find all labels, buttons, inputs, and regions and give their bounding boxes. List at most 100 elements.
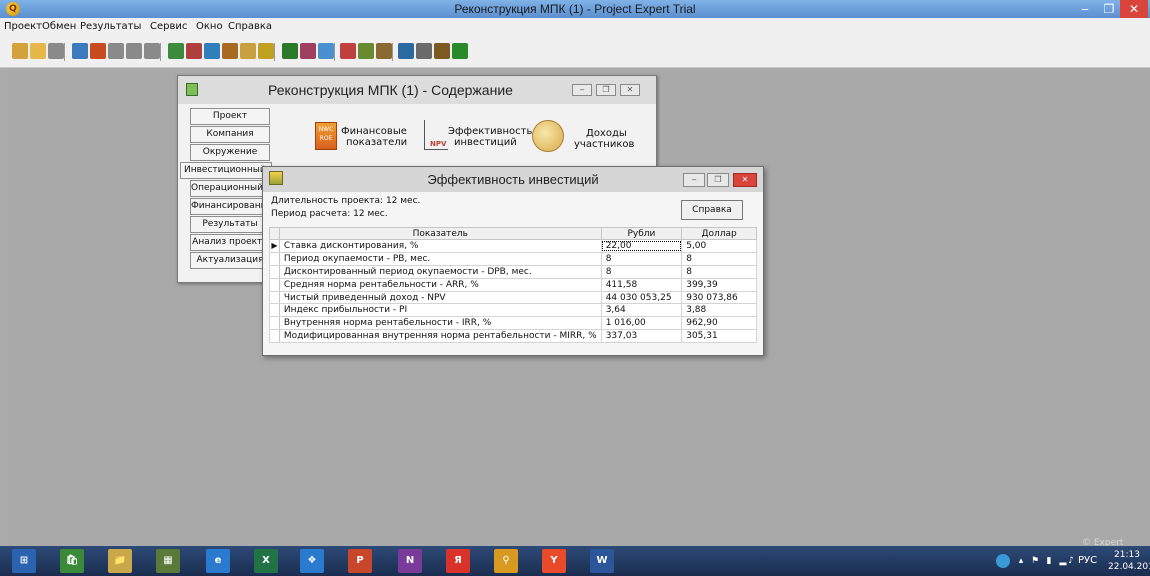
table-row[interactable]: Дисконтированный период окупаемости - DP…: [269, 264, 757, 279]
toolbar-button[interactable]: [30, 43, 46, 59]
column-header-rub[interactable]: Рубли: [600, 227, 683, 240]
maximize-button[interactable]: ❐: [1098, 0, 1120, 18]
table-row[interactable]: Внутренняя норма рентабельности - IRR, %…: [269, 316, 757, 331]
current-row-marker[interactable]: ▶: [269, 239, 280, 253]
row-header[interactable]: [269, 264, 280, 279]
investment-efficiency-item[interactable]: NPV Эффективность инвестиций: [424, 118, 532, 158]
usd-value-cell[interactable]: 5,00: [681, 239, 757, 253]
rub-value-cell[interactable]: 44 030 053,25: [600, 290, 683, 305]
participants-income-item[interactable]: Доходы участников: [530, 118, 640, 158]
row-header[interactable]: [269, 329, 280, 344]
file-explorer-icon[interactable]: 📁: [108, 549, 132, 573]
nav-environment[interactable]: Окружение: [190, 144, 270, 161]
financial-indicators-item[interactable]: NWC ROE Финансовые показатели: [313, 118, 423, 158]
indicator-cell[interactable]: Чистый приведенный доход - NPV: [278, 290, 602, 305]
store-icon[interactable]: 🛍: [60, 549, 84, 573]
indicator-cell[interactable]: Период окупаемости - PB, мес.: [278, 251, 602, 266]
row-header[interactable]: [269, 303, 280, 318]
flag-icon[interactable]: ⚑: [1030, 556, 1040, 566]
table-row[interactable]: Модифицированная внутренняя норма рентаб…: [269, 329, 757, 344]
onenote-icon[interactable]: N: [398, 549, 422, 573]
menu-project[interactable]: Проект: [4, 21, 42, 32]
rub-value-cell[interactable]: 8: [600, 264, 683, 279]
rub-value-cell[interactable]: 22,00: [600, 239, 683, 253]
toolbar-button[interactable]: [12, 43, 28, 59]
table-row[interactable]: Средняя норма рентабельности - ARR, % 411…: [269, 277, 757, 292]
toolbar-button[interactable]: [358, 43, 374, 59]
nav-results[interactable]: Результаты: [190, 216, 270, 233]
dialog-maximize-button[interactable]: ❐: [707, 173, 729, 187]
indicator-cell[interactable]: Индекс прибыльности - PI: [278, 303, 602, 318]
network-icon[interactable]: ▮: [1044, 556, 1054, 566]
nav-project[interactable]: Проект: [190, 108, 270, 125]
nav-operating-plan[interactable]: Операционный план: [190, 180, 270, 197]
nav-project-analysis[interactable]: Анализ проекта: [190, 234, 270, 251]
menu-window[interactable]: Окно: [196, 21, 223, 32]
dropbox-icon[interactable]: ❖: [300, 549, 324, 573]
help-button[interactable]: Справка: [681, 200, 743, 220]
toolbar-button[interactable]: [72, 43, 88, 59]
toolbar-button[interactable]: [240, 43, 256, 59]
rub-value-cell[interactable]: 337,03: [600, 329, 683, 344]
toolbar-button[interactable]: [376, 43, 392, 59]
volume-icon[interactable]: ♪: [1066, 556, 1076, 566]
toolbar-button[interactable]: [258, 43, 274, 59]
toolbar-button[interactable]: [282, 43, 298, 59]
usd-value-cell[interactable]: 399,39: [681, 277, 757, 292]
yandex-icon[interactable]: Я: [446, 549, 470, 573]
language-indicator[interactable]: РУС: [1078, 555, 1097, 566]
indicator-cell[interactable]: Модифицированная внутренняя норма рентаб…: [278, 329, 602, 344]
indicator-cell[interactable]: Дисконтированный период окупаемости - DP…: [278, 264, 602, 279]
row-header[interactable]: [269, 316, 280, 331]
content-maximize-button[interactable]: ❐: [596, 84, 616, 96]
nav-financing[interactable]: Финансирование: [190, 198, 270, 215]
menu-help[interactable]: Справка: [228, 21, 272, 32]
chevron-up-icon[interactable]: ▴: [1016, 556, 1026, 566]
minimize-button[interactable]: ‒: [1074, 0, 1096, 18]
toolbar-button[interactable]: [204, 43, 220, 59]
dialog-titlebar[interactable]: Эффективность инвестиций ‒ ❐ ✕: [263, 167, 763, 192]
content-close-button[interactable]: ✕: [620, 84, 640, 96]
usd-value-cell[interactable]: 8: [681, 264, 757, 279]
usd-value-cell[interactable]: 8: [681, 251, 757, 266]
content-minimize-button[interactable]: ‒: [572, 84, 592, 96]
row-header[interactable]: [269, 277, 280, 292]
yandex-browser-icon[interactable]: Y: [542, 549, 566, 573]
help-tray-icon[interactable]: [996, 554, 1010, 568]
usd-value-cell[interactable]: 3,88: [681, 303, 757, 318]
menu-service[interactable]: Сервис: [150, 21, 187, 32]
column-header-usd[interactable]: Доллар: [681, 227, 757, 240]
toolbar-button[interactable]: [340, 43, 356, 59]
table-row[interactable]: Период окупаемости - PB, мес. 8 8: [269, 251, 757, 266]
table-row[interactable]: ▶ Ставка дисконтирования, % 22,00 5,00: [269, 239, 757, 253]
project-expert-icon[interactable]: ⚲: [494, 549, 518, 573]
toolbar-button[interactable]: [434, 43, 450, 59]
menu-results[interactable]: Результаты: [80, 21, 141, 32]
nav-actualization[interactable]: Актуализация: [190, 252, 270, 269]
toolbar-button[interactable]: [168, 43, 184, 59]
toolbar-button[interactable]: [48, 43, 64, 59]
table-row[interactable]: Индекс прибыльности - PI 3,64 3,88: [269, 303, 757, 318]
toolbar-button[interactable]: [416, 43, 432, 59]
toolbar-button[interactable]: [222, 43, 238, 59]
indicator-cell[interactable]: Ставка дисконтирования, %: [278, 239, 602, 253]
nav-company[interactable]: Компания: [190, 126, 270, 143]
menu-exchange[interactable]: Обмен: [42, 21, 76, 32]
rub-value-cell[interactable]: 3,64: [600, 303, 683, 318]
toolbar-button[interactable]: [144, 43, 160, 59]
excel-icon[interactable]: X: [254, 549, 278, 573]
toolbar-button[interactable]: [90, 43, 106, 59]
dialog-minimize-button[interactable]: ‒: [683, 173, 705, 187]
usd-value-cell[interactable]: 930 073,86: [681, 290, 757, 305]
usd-value-cell[interactable]: 962,90: [681, 316, 757, 331]
indicator-cell[interactable]: Внутренняя норма рентабельности - IRR, %: [278, 316, 602, 331]
rub-value-cell[interactable]: 8: [600, 251, 683, 266]
row-header[interactable]: [269, 251, 280, 266]
content-window-titlebar[interactable]: Реконструкция МПК (1) - Содержание ‒ ❐ ✕: [178, 76, 656, 104]
rub-value-cell[interactable]: 1 016,00: [600, 316, 683, 331]
powerpoint-icon[interactable]: P: [348, 549, 372, 573]
column-header-indicator[interactable]: Показатель: [278, 227, 602, 240]
internet-explorer-icon[interactable]: e: [206, 549, 230, 573]
toolbar-button[interactable]: [126, 43, 142, 59]
rub-value-cell[interactable]: 411,58: [600, 277, 683, 292]
